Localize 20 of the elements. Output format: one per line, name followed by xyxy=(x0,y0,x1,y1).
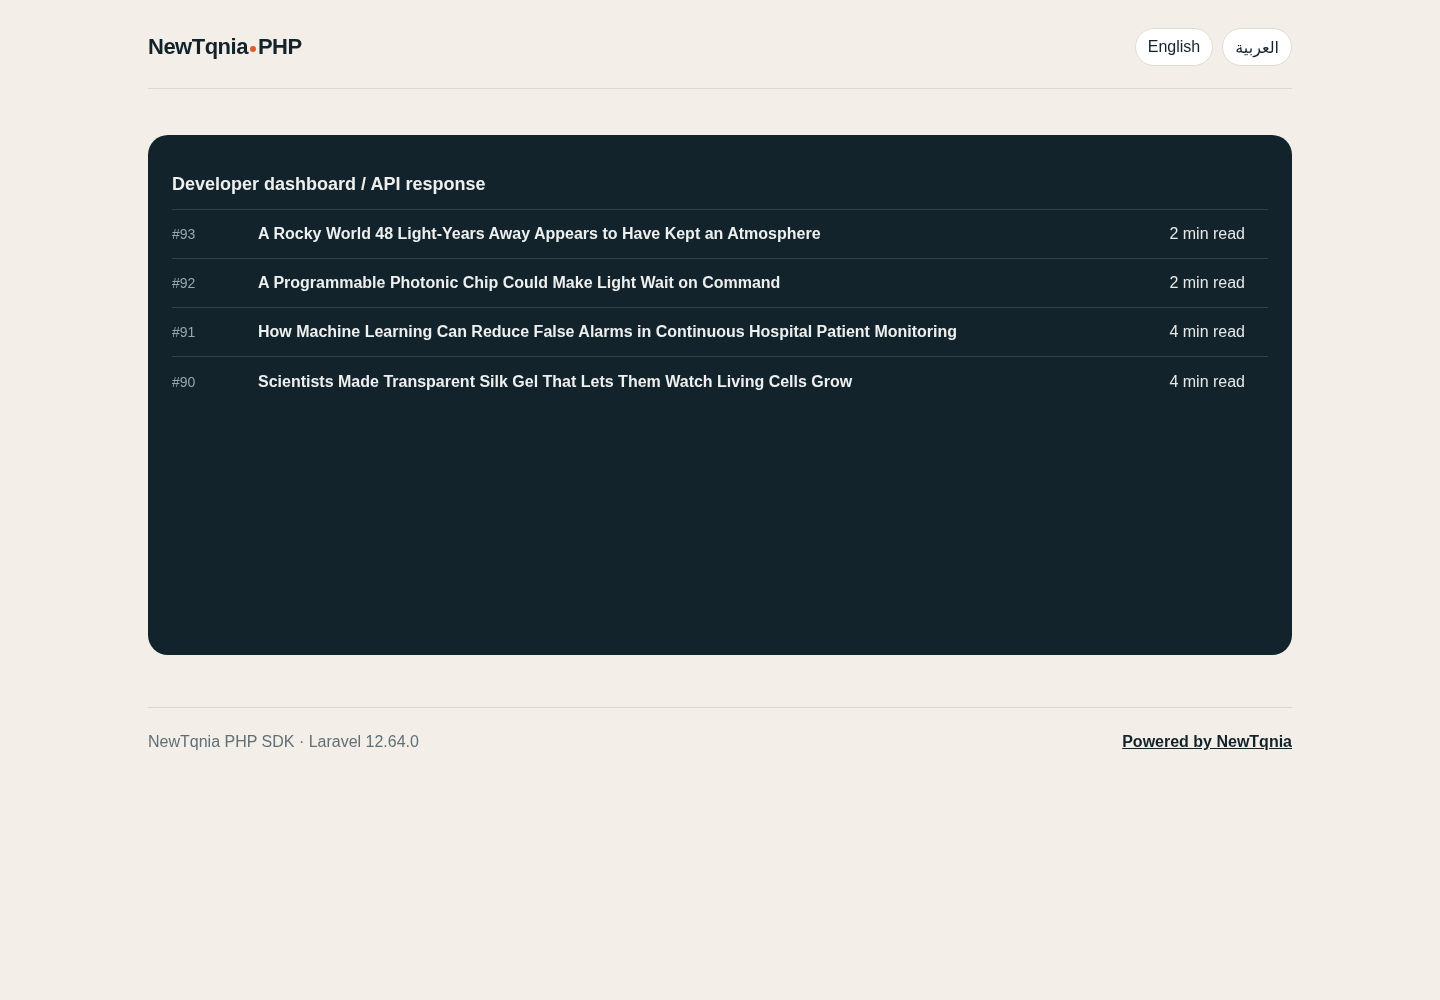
logo-name: NewTqnia xyxy=(148,34,248,60)
language-button[interactable]: English xyxy=(1134,28,1214,66)
article-id: #90 xyxy=(172,373,197,390)
article-title: A Programmable Photonic Chip Could Make Light Wait on Command xyxy=(258,274,782,292)
article-title: How Machine Learning Can Reduce False Alarms in Continuous Hospital Patient Monitoring xyxy=(258,323,959,341)
article-title: Scientists Made Transparent Silk Gel That Lets Them Watch Living Cells Grow xyxy=(258,372,854,391)
read-time: 4 min read xyxy=(1169,372,1245,391)
language-button[interactable]: العربية xyxy=(1222,28,1292,66)
read-time: 2 min read xyxy=(1169,225,1245,243)
article-id: #92 xyxy=(172,275,197,291)
article-id: #93 xyxy=(172,226,197,242)
dot-icon xyxy=(249,45,256,52)
article-title: A Rocky World 48 Light-Years Away Appears to Have Kept an Atmosphere xyxy=(258,225,822,243)
read-time: 4 min read xyxy=(1169,323,1245,341)
logo-suffix: PHP xyxy=(257,34,302,60)
read-time: 2 min read xyxy=(1169,274,1245,292)
panel-title: Developer dashboard / API response xyxy=(172,173,1268,210)
footer-text: NewTqnia PHP SDK · Laravel 12.64.0 xyxy=(148,733,419,751)
powered-by-link[interactable]: Powered by NewTqnia xyxy=(1122,733,1292,751)
article-id: #91 xyxy=(172,324,197,340)
